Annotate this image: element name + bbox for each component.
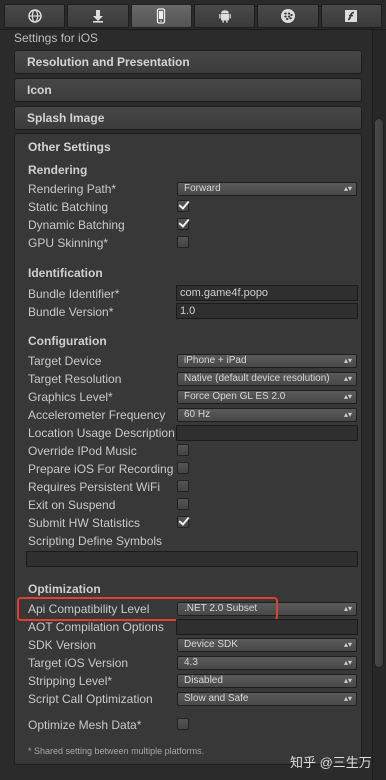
gpu-skinning-label: GPU Skinning* [28,236,109,250]
stripping-level-label: Stripping Level* [28,674,113,688]
graphics-level-label: Graphics Level* [28,390,113,404]
static-batching-checkbox[interactable] [177,200,189,212]
section-splash-image[interactable]: Splash Image [14,106,362,130]
requires-persistent-wifi-label: Requires Persistent WiFi [28,480,161,494]
bundle-version-field[interactable]: 1.0 [176,303,358,319]
tab-ios[interactable] [130,4,192,28]
bundle-version-label: Bundle Version* [28,305,114,319]
location-usage-label: Location Usage Description [28,426,175,440]
dropdown-arrows-icon: ▴▾ [343,374,352,383]
iphone-icon [157,8,166,24]
watermark: 知乎 @三生万 [290,755,372,770]
dropdown-arrows-icon: ▴▾ [343,604,352,613]
graphics-level-dropdown[interactable]: Force Open GL ES 2.0 ▴▾ [177,390,357,404]
target-device-label: Target Device [28,354,102,368]
dropdown-arrows-icon: ▴▾ [343,410,352,419]
dropdown-arrows-icon: ▴▾ [343,640,352,649]
section-icon[interactable]: Icon [14,78,362,102]
script-call-optimization-dropdown[interactable]: Slow and Safe ▴▾ [177,692,357,706]
script-call-optimization-value: Slow and Safe [184,693,249,704]
prepare-ios-recording-label: Prepare iOS For Recording [28,462,174,476]
gpu-skinning-checkbox[interactable] [177,236,189,248]
submit-hw-statistics-checkbox[interactable] [177,516,189,528]
requires-persistent-wifi-checkbox[interactable] [177,480,189,492]
dropdown-arrows-icon: ▴▾ [343,356,352,365]
target-ios-version-label: Target iOS Version [28,656,129,670]
tab-standalone[interactable] [67,4,129,28]
target-resolution-value: Native (default device resolution) [184,373,330,384]
rendering-path-value: Forward [184,183,221,194]
dropdown-arrows-icon: ▴▾ [343,694,352,703]
tab-flash[interactable] [320,4,382,28]
exit-on-suspend-label: Exit on Suspend [28,498,116,512]
exit-on-suspend-checkbox[interactable] [177,498,189,510]
accelerometer-frequency-label: Accelerometer Frequency [28,408,166,422]
sdk-version-value: Device SDK [184,639,238,650]
dropdown-arrows-icon: ▴▾ [343,392,352,401]
dropdown-arrows-icon: ▴▾ [343,676,352,685]
override-ipod-music-checkbox[interactable] [177,444,189,456]
stripping-level-value: Disabled [184,675,223,686]
bundle-identifier-label: Bundle Identifier* [28,287,120,301]
platform-tab-strip [0,0,386,30]
section-resolution-and-presentation[interactable]: Resolution and Presentation [14,50,362,74]
android-icon [218,10,231,23]
dynamic-batching-checkbox[interactable] [177,218,189,230]
prepare-ios-recording-checkbox[interactable] [177,462,189,474]
rendering-path-dropdown[interactable]: Forward ▴▾ [177,182,357,196]
scripting-define-symbols-label: Scripting Define Symbols [28,534,163,548]
shared-setting-footnote: * Shared setting between multiple platfo… [28,746,205,756]
dropdown-arrows-icon: ▴▾ [343,184,352,193]
aot-compilation-field[interactable] [176,619,358,635]
override-ipod-music-label: Override IPod Music [28,444,137,458]
bundle-identifier-field[interactable]: com.game4f.popo [176,285,358,301]
scripting-define-symbols-field[interactable] [26,551,358,567]
optimize-mesh-data-checkbox[interactable] [177,718,189,730]
accelerometer-frequency-value: 60 Hz [184,409,211,420]
globe-icon [27,9,42,23]
scrollbar-thumb[interactable] [374,118,384,668]
tab-blackberry[interactable] [257,4,319,28]
target-device-dropdown[interactable]: iPhone + iPad ▴▾ [177,354,357,368]
download-icon [92,10,103,23]
accelerometer-frequency-dropdown[interactable]: 60 Hz ▴▾ [177,408,357,422]
blackberry-icon [280,9,295,23]
location-usage-field[interactable] [176,425,358,441]
target-ios-version-value: 4.3 [184,657,198,668]
rendering-path-label: Rendering Path* [28,182,117,196]
settings-title: Settings for iOS [14,31,99,45]
red-highlight-box [17,597,278,621]
tab-android[interactable] [193,4,256,28]
target-resolution-dropdown[interactable]: Native (default device resolution) ▴▾ [177,372,357,386]
stripping-level-dropdown[interactable]: Disabled ▴▾ [177,674,357,688]
tab-web-player[interactable] [4,4,66,28]
target-ios-version-dropdown[interactable]: 4.3 ▴▾ [177,656,357,670]
target-resolution-label: Target Resolution [28,372,122,386]
configuration-heading: Configuration [28,334,107,348]
optimization-heading: Optimization [28,582,101,596]
submit-hw-statistics-label: Submit HW Statistics [28,516,141,530]
dropdown-arrows-icon: ▴▾ [343,658,352,667]
flash-icon [345,10,358,22]
script-call-optimization-label: Script Call Optimization [28,692,153,706]
sdk-version-label: SDK Version [28,638,97,652]
dynamic-batching-label: Dynamic Batching [28,218,125,232]
graphics-level-value: Force Open GL ES 2.0 [184,391,286,402]
sdk-version-dropdown[interactable]: Device SDK ▴▾ [177,638,357,652]
identification-heading: Identification [28,266,103,280]
optimize-mesh-data-label: Optimize Mesh Data* [28,718,142,732]
target-device-value: iPhone + iPad [184,355,247,366]
aot-compilation-label: AOT Compilation Options [28,620,164,634]
section-other-settings[interactable]: Other Settings [28,140,111,154]
static-batching-label: Static Batching [28,200,109,214]
rendering-heading: Rendering [28,163,88,177]
